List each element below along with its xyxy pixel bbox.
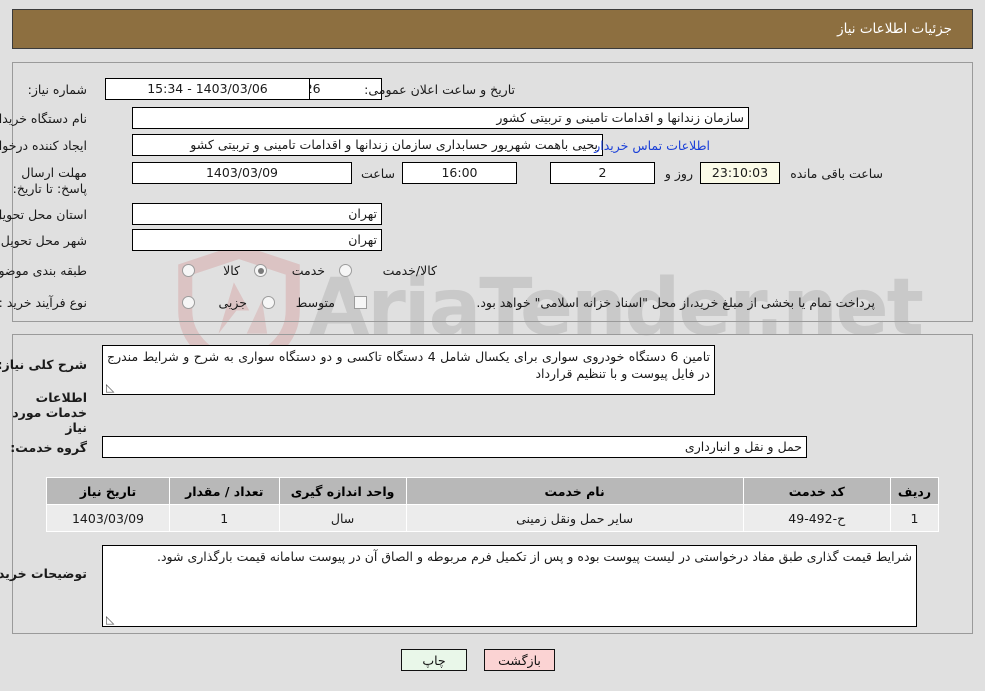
- services-table: ردیف کد خدمت نام خدمت واحد اندازه گیری ت…: [46, 477, 940, 532]
- service-group-field[interactable]: حمل و نقل و انبارداری: [102, 436, 807, 458]
- category-option-0-label: کالا: [223, 263, 240, 278]
- process-option-1-label: متوسط: [295, 295, 335, 310]
- col-header-quantity: تعداد / مقدار: [168, 477, 280, 505]
- col-header-index: ردیف: [889, 477, 940, 505]
- description-textarea[interactable]: تامین 6 دستگاه خودروی سواری برای یکسال ش…: [102, 345, 715, 395]
- resize-handle-icon[interactable]: ◺: [106, 382, 116, 393]
- description-text: تامین 6 دستگاه خودروی سواری برای یکسال ش…: [107, 349, 710, 381]
- city-label: شهر محل تحویل:: [0, 233, 87, 248]
- treasury-bond-note: پرداخت تمام یا بخشی از مبلغ خرید،از محل …: [476, 295, 875, 310]
- need-number-label: شماره نیاز:: [27, 82, 87, 97]
- deadline-label: مهلت ارسال پاسخ: تا تاریخ:: [12, 165, 87, 196]
- print-button[interactable]: چاپ: [401, 649, 467, 671]
- cell-index: 1: [889, 504, 940, 532]
- buyer-org-field[interactable]: سازمان زندانها و اقدامات تامینی و تربیتی…: [132, 107, 749, 129]
- deadline-date-field[interactable]: 1403/03/09: [132, 162, 352, 184]
- buyer-notes-label: توضیحات خریدار:: [0, 566, 87, 581]
- remaining-days-field[interactable]: 2: [550, 162, 655, 184]
- creator-label: ایجاد کننده درخواست:: [0, 138, 87, 153]
- col-header-name: نام خدمت: [405, 477, 744, 505]
- col-header-date: تاریخ نیاز: [46, 477, 170, 505]
- resize-handle-icon-notes[interactable]: ◺: [106, 614, 116, 625]
- col-header-code: کد خدمت: [742, 477, 891, 505]
- creator-field[interactable]: یحیی باهمت شهریور حسابداری سازمان زندانه…: [132, 134, 603, 156]
- back-button[interactable]: بازگشت: [484, 649, 555, 671]
- treasury-bond-checkbox[interactable]: [354, 296, 367, 309]
- province-label: استان محل تحویل:: [0, 207, 87, 222]
- table-header-row: ردیف کد خدمت نام خدمت واحد اندازه گیری ت…: [46, 477, 940, 505]
- cell-code: ح-492-49: [742, 504, 891, 532]
- col-header-unit: واحد اندازه گیری: [278, 477, 407, 505]
- tender-details-page: AriaTender.net جزئیات اطلاعات نیاز شماره…: [0, 0, 985, 691]
- radio-category-khedmat[interactable]: [254, 264, 267, 277]
- announce-datetime-field[interactable]: 1403/03/06 - 15:34: [105, 78, 310, 100]
- need-info-panel: [12, 62, 973, 322]
- cell-unit: سال: [278, 504, 407, 532]
- page-header-bar: جزئیات اطلاعات نیاز: [12, 9, 973, 49]
- cell-date: 1403/03/09: [46, 504, 170, 532]
- buyer-notes-text: شرایط قیمت گذاری طبق مفاد درخواستی در لی…: [157, 549, 912, 564]
- category-label: طبقه بندی موضوعی:: [0, 263, 87, 278]
- radio-process-motevaset[interactable]: [262, 296, 275, 309]
- radio-process-jozei[interactable]: [182, 296, 195, 309]
- remaining-hours-label: ساعت باقی مانده: [790, 166, 883, 181]
- table-row[interactable]: 1 ح-492-49 سایر حمل ونقل زمینی سال 1 140…: [46, 504, 940, 532]
- cell-name: سایر حمل ونقل زمینی: [405, 504, 744, 532]
- page-title: جزئیات اطلاعات نیاز: [837, 21, 952, 37]
- process-option-0-label: جزیی: [218, 295, 247, 310]
- countdown-timer-field: 23:10:03: [700, 162, 780, 184]
- buyer-notes-textarea[interactable]: شرایط قیمت گذاری طبق مفاد درخواستی در لی…: [102, 545, 917, 627]
- description-label: شرح کلی نیاز:: [0, 357, 87, 372]
- announce-datetime-label: تاریخ و ساعت اعلان عمومی:: [364, 82, 515, 97]
- radio-category-kala[interactable]: [182, 264, 195, 277]
- buyer-org-label: نام دستگاه خریدار:: [0, 111, 87, 126]
- service-group-label: گروه خدمت:: [10, 440, 87, 455]
- category-option-1-label: خدمت: [291, 263, 325, 278]
- category-option-2-label: کالا/خدمت: [382, 263, 437, 278]
- province-field[interactable]: تهران: [132, 203, 382, 225]
- services-heading: اطلاعات خدمات مورد نیاز: [12, 390, 87, 435]
- radio-category-kala-khedmat[interactable]: [339, 264, 352, 277]
- buyer-contact-link[interactable]: اطلاعات تماس خریدار: [594, 138, 710, 153]
- city-field[interactable]: تهران: [132, 229, 382, 251]
- process-label: نوع فرآیند خرید :: [0, 295, 87, 310]
- hour-label: ساعت: [360, 166, 395, 181]
- days-label: روز و: [664, 166, 693, 181]
- cell-quantity: 1: [168, 504, 280, 532]
- deadline-time-field[interactable]: 16:00: [402, 162, 517, 184]
